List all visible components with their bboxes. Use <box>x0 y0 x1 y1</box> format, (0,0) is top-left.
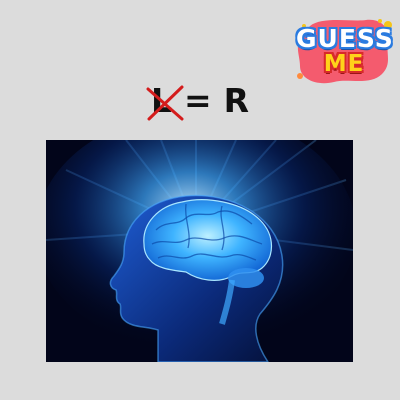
result-letter: R <box>223 80 250 120</box>
brain-picture <box>46 140 353 362</box>
equals-sign: = <box>183 80 212 120</box>
guess-me-badge: GUESS ME <box>296 18 394 84</box>
crossed-letter: L <box>146 80 184 120</box>
clue-equation: L = R <box>0 76 400 124</box>
crossed-letter-text: L <box>150 80 172 120</box>
badge-text-guess: GUESS <box>296 24 394 53</box>
badge-text-me: ME <box>323 51 365 77</box>
glowing-brain-icon <box>46 140 353 362</box>
puzzle-screen: GUESS ME L = R <box>0 0 400 400</box>
